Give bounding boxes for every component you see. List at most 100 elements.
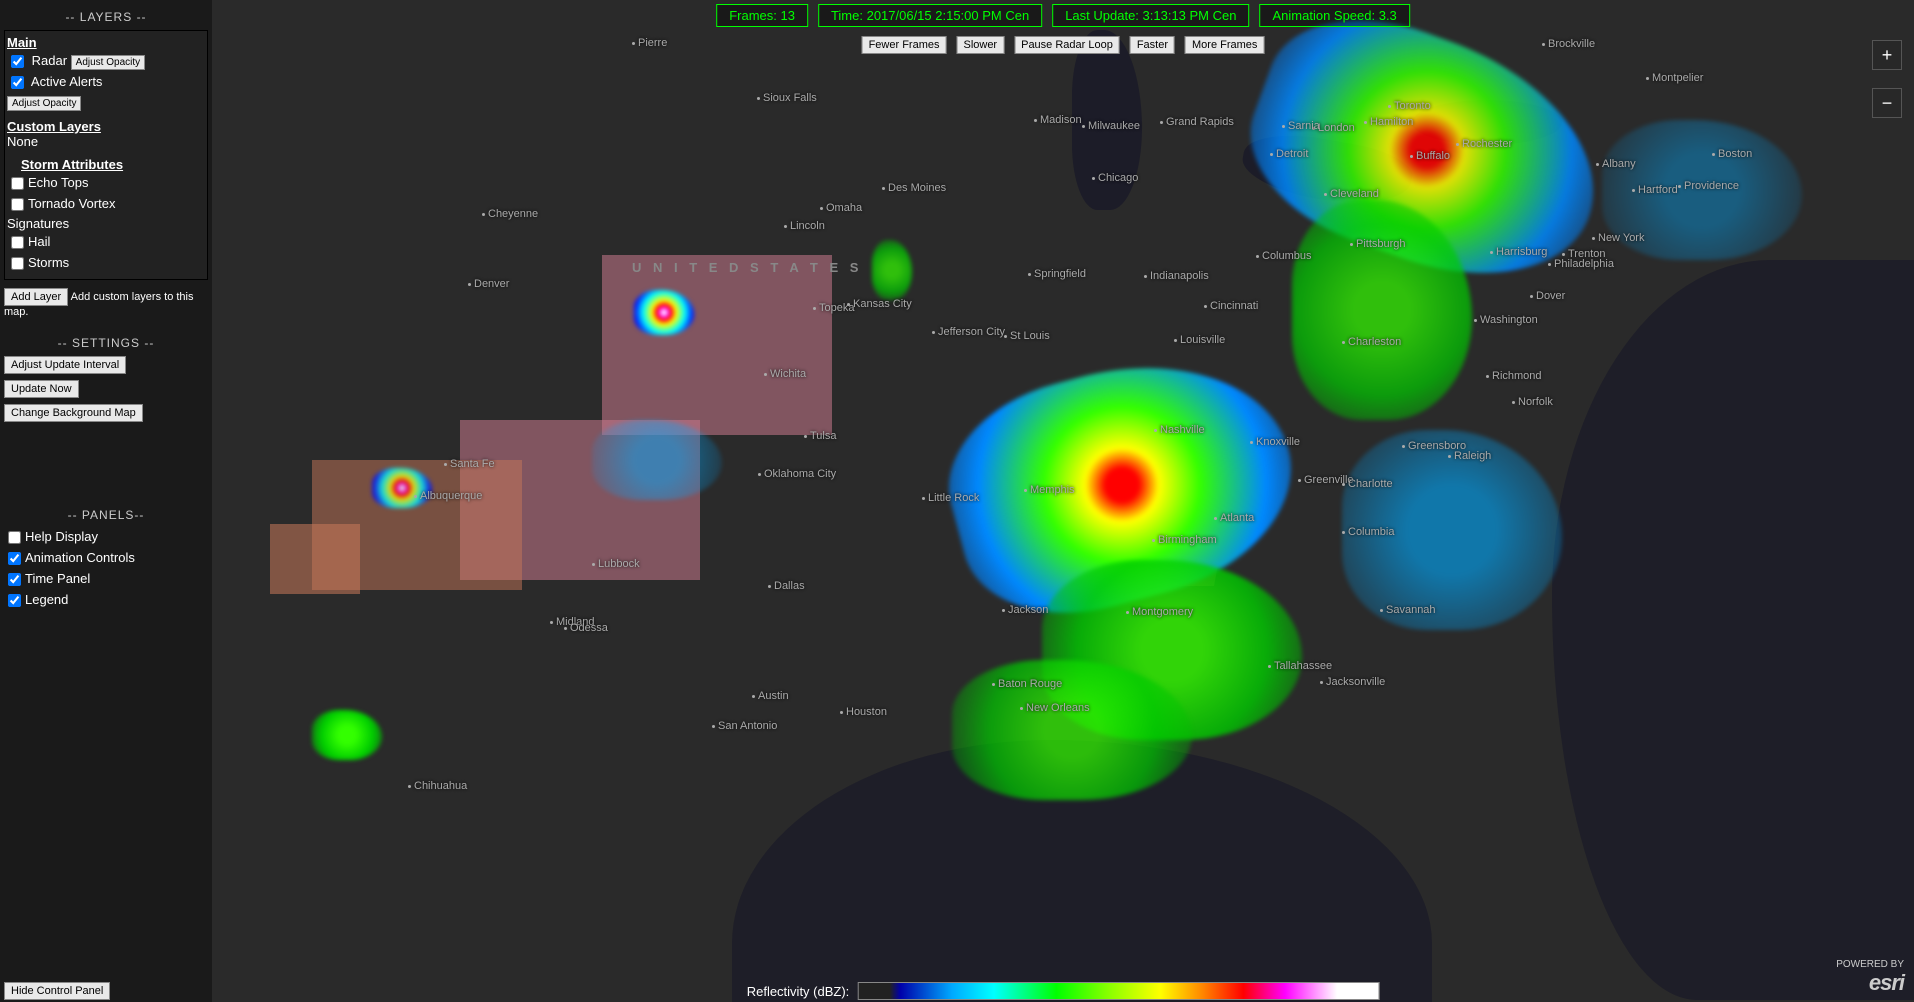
storms-row[interactable]: Storms xyxy=(7,254,205,273)
pause-radar-loop-button[interactable]: Pause Radar Loop xyxy=(1014,36,1120,54)
city-label: Chihuahua xyxy=(408,780,467,792)
city-label: Greensboro xyxy=(1402,440,1466,452)
city-label: Columbia xyxy=(1342,526,1394,538)
legend: Reflectivity (dBZ): xyxy=(747,982,1380,1000)
active-alerts-row[interactable]: Active Alerts xyxy=(7,73,205,92)
storm-attributes-heading: Storm Attributes xyxy=(21,157,205,172)
panel-row-legend[interactable]: Legend xyxy=(4,591,208,610)
city-label: Buffalo xyxy=(1410,150,1450,162)
city-label: Memphis xyxy=(1024,484,1075,496)
faster-button[interactable]: Faster xyxy=(1130,36,1175,54)
city-label: Pierre xyxy=(632,37,667,49)
panel-row-time-panel[interactable]: Time Panel xyxy=(4,570,208,589)
city-label: Detroit xyxy=(1270,148,1308,160)
panel-checkbox[interactable] xyxy=(8,531,21,544)
storms-label: Storms xyxy=(28,255,69,270)
tornado-vortex-checkbox[interactable] xyxy=(11,198,24,211)
city-label: Albuquerque xyxy=(414,490,482,502)
city-label: Rochester xyxy=(1456,138,1512,150)
city-label: Raleigh xyxy=(1448,450,1491,462)
city-label: Knoxville xyxy=(1250,436,1300,448)
radar-storm-il xyxy=(872,240,912,300)
zoom-in-button[interactable]: + xyxy=(1872,40,1902,70)
alerts-opacity-button[interactable]: Adjust Opacity xyxy=(7,96,81,111)
city-label: Jackson xyxy=(1002,604,1048,616)
echo-tops-label: Echo Tops xyxy=(28,175,88,190)
esri-brand: esri xyxy=(1836,970,1904,996)
fewer-frames-button[interactable]: Fewer Frames xyxy=(862,36,947,54)
update-now-button[interactable]: Update Now xyxy=(4,380,79,398)
layers-box[interactable]: Main Radar Adjust Opacity Active Alerts … xyxy=(4,30,208,280)
radar-storm-carolina xyxy=(1342,430,1562,630)
country-label: U N I T E D S T A T E S xyxy=(632,260,862,275)
city-label: St Louis xyxy=(1004,330,1050,342)
city-label: Brockville xyxy=(1542,38,1595,50)
esri-powered-by: POWERED BY xyxy=(1836,959,1904,970)
lake-ontario xyxy=(1412,100,1562,145)
city-label: Birmingham xyxy=(1152,534,1217,546)
map-canvas[interactable]: Frames: 13 Time: 2017/06/15 2:15:00 PM C… xyxy=(212,0,1914,1002)
change-background-map-button[interactable]: Change Background Map xyxy=(4,404,143,422)
alert-poly-tx xyxy=(312,460,522,590)
zoom-out-button[interactable]: − xyxy=(1872,88,1902,118)
city-label: Louisville xyxy=(1174,334,1225,346)
hail-checkbox[interactable] xyxy=(11,236,24,249)
city-label: Columbus xyxy=(1256,250,1312,262)
panel-label: Help Display xyxy=(25,529,98,544)
status-bar: Frames: 13 Time: 2017/06/15 2:15:00 PM C… xyxy=(716,4,1410,27)
panel-row-help-display[interactable]: Help Display xyxy=(4,528,208,547)
city-label: Lubbock xyxy=(592,558,640,570)
adjust-update-interval-button[interactable]: Adjust Update Interval xyxy=(4,356,126,374)
panel-checkbox[interactable] xyxy=(8,573,21,586)
panel-checkbox[interactable] xyxy=(8,552,21,565)
add-layer-button[interactable]: Add Layer xyxy=(4,288,68,306)
city-label: Norfolk xyxy=(1512,396,1553,408)
radar-layer-row[interactable]: Radar Adjust Opacity xyxy=(7,52,205,71)
city-label: Sarnia xyxy=(1282,120,1320,132)
radar-checkbox[interactable] xyxy=(11,55,24,68)
more-frames-button[interactable]: More Frames xyxy=(1185,36,1264,54)
slower-button[interactable]: Slower xyxy=(956,36,1004,54)
alert-poly-al xyxy=(1044,496,1230,586)
city-label: Santa Fe xyxy=(444,458,495,470)
radar-storm-gulf xyxy=(952,660,1192,800)
city-label: Tallahassee xyxy=(1268,660,1332,672)
city-label: Houston xyxy=(840,706,887,718)
city-label: Savannah xyxy=(1380,604,1436,616)
city-label: Charlotte xyxy=(1342,478,1393,490)
city-label: Toronto xyxy=(1388,100,1431,112)
city-label: Trenton xyxy=(1562,248,1606,260)
storms-checkbox[interactable] xyxy=(11,257,24,270)
radar-storm-ne2 xyxy=(1602,120,1802,260)
panel-checkbox[interactable] xyxy=(8,594,21,607)
city-label: New York xyxy=(1592,232,1644,244)
custom-layers-none: None xyxy=(7,134,205,149)
active-alerts-checkbox[interactable] xyxy=(11,76,24,89)
radar-opacity-button[interactable]: Adjust Opacity xyxy=(71,55,145,70)
tornado-vortex-row[interactable]: Tornado Vortex xyxy=(7,195,205,214)
city-label: London xyxy=(1312,122,1355,134)
city-label: Boston xyxy=(1712,148,1752,160)
city-label: Odessa xyxy=(564,622,608,634)
city-label: Sioux Falls xyxy=(757,92,817,104)
city-label: Tulsa xyxy=(804,430,837,442)
esri-attribution: POWERED BY esri xyxy=(1836,959,1904,996)
city-label: New Orleans xyxy=(1020,702,1090,714)
layers-title: -- LAYERS -- xyxy=(4,10,208,24)
city-label: Cleveland xyxy=(1324,188,1379,200)
hide-control-panel-button[interactable]: Hide Control Panel xyxy=(4,982,110,1000)
control-panel: -- LAYERS -- Main Radar Adjust Opacity A… xyxy=(0,0,212,1002)
echo-tops-checkbox[interactable] xyxy=(11,177,24,190)
city-label: Indianapolis xyxy=(1144,270,1209,282)
echo-tops-row[interactable]: Echo Tops xyxy=(7,174,205,193)
city-label: Grand Rapids xyxy=(1160,116,1234,128)
panel-label: Legend xyxy=(25,592,68,607)
panel-row-animation-controls[interactable]: Animation Controls xyxy=(4,549,208,568)
city-label: Des Moines xyxy=(882,182,946,194)
city-label: Philadelphia xyxy=(1548,258,1614,270)
custom-layers-heading: Custom Layers xyxy=(7,119,205,134)
city-label: Albany xyxy=(1596,158,1636,170)
hail-row[interactable]: Hail xyxy=(7,233,205,252)
city-label: Little Rock xyxy=(922,492,979,504)
last-update-status: Last Update: 3:13:13 PM Cen xyxy=(1052,4,1249,27)
